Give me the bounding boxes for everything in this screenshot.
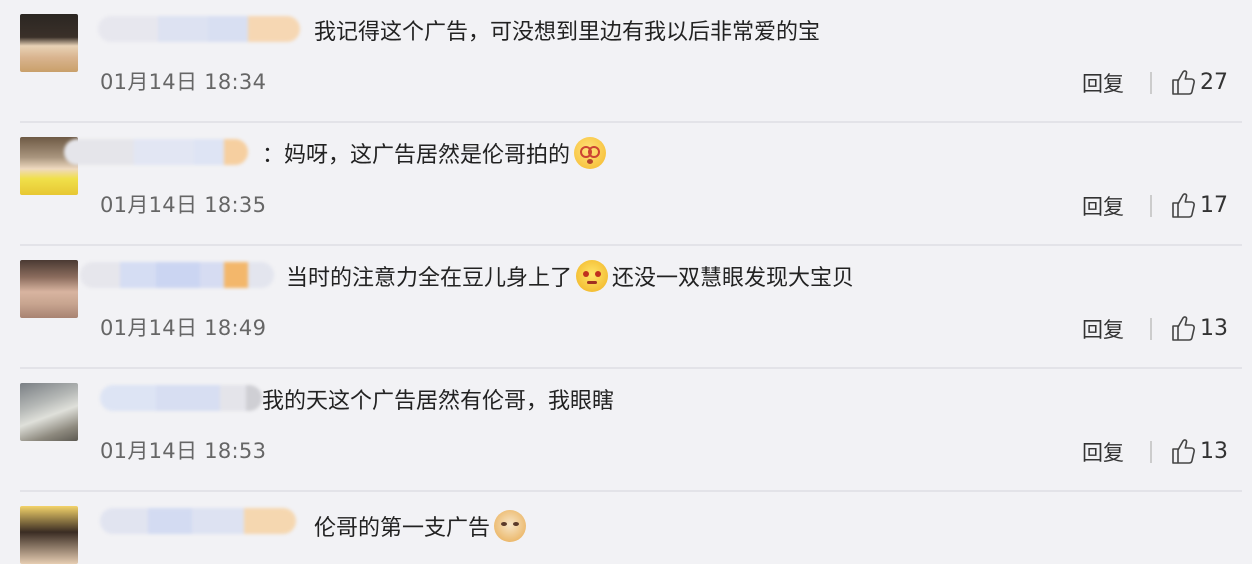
cat-face-emoji xyxy=(494,510,527,542)
like-count: 17 xyxy=(1200,192,1228,218)
reply-button[interactable]: 回复 xyxy=(1082,314,1124,344)
comment-item: 我的天这个广告居然有伦哥，我眼瞎 01月14日 18:53 回复 13 xyxy=(0,369,1252,492)
comment-time: 01月14日 18:53 xyxy=(100,439,267,463)
comment-list: 我记得这个广告，可没想到里边有我以后非常爱的宝 01月14日 18:34 回复 … xyxy=(0,0,1252,564)
angry-cat-emoji xyxy=(576,260,609,292)
like-button[interactable]: 13 xyxy=(1170,437,1228,465)
like-count: 13 xyxy=(1200,438,1228,464)
username-blurred[interactable] xyxy=(100,385,262,411)
reply-button[interactable]: 回复 xyxy=(1082,68,1124,98)
avatar[interactable] xyxy=(20,383,78,441)
divider xyxy=(1150,441,1152,463)
like-button[interactable]: 27 xyxy=(1170,68,1228,96)
username-blurred[interactable] xyxy=(64,139,248,165)
like-count: 13 xyxy=(1200,315,1228,341)
thumbs-up-icon xyxy=(1172,70,1195,95)
dizzy-face-emoji xyxy=(574,137,607,169)
thumbs-up-icon xyxy=(1172,193,1195,218)
comment-text: 我记得这个广告，可没想到里边有我以后非常爱的宝 xyxy=(314,20,821,45)
comment-time: 01月14日 18:34 xyxy=(100,70,267,94)
like-button[interactable]: 13 xyxy=(1170,314,1228,342)
comment-text: 我的天这个广告居然有伦哥，我眼瞎 xyxy=(262,389,615,414)
comment-item: 当时的注意力全在豆儿身上了 还没一双慧眼发现大宝贝 01月14日 18:49 回复… xyxy=(0,246,1252,369)
comment-time: 01月14日 18:35 xyxy=(100,193,267,217)
like-button[interactable]: 17 xyxy=(1170,191,1228,219)
comment-item: 伦哥的第一支广告 xyxy=(0,492,1252,564)
comment-text: 当时的注意力全在豆儿身上了 还没一双慧眼发现大宝贝 xyxy=(286,260,854,294)
username-blurred[interactable] xyxy=(100,508,296,534)
thumbs-up-icon xyxy=(1172,316,1195,341)
divider xyxy=(1150,318,1152,340)
divider xyxy=(1150,195,1152,217)
reply-button[interactable]: 回复 xyxy=(1082,191,1124,221)
comment-text: ：妈呀，这广告居然是伦哥拍的 xyxy=(262,137,610,171)
avatar[interactable] xyxy=(20,260,78,318)
avatar[interactable] xyxy=(20,506,78,564)
comment-time: 01月14日 18:49 xyxy=(100,316,267,340)
username-blurred[interactable] xyxy=(80,262,274,288)
comment-item: ：妈呀，这广告居然是伦哥拍的 01月14日 18:35 回复 17 xyxy=(0,123,1252,246)
reply-button[interactable]: 回复 xyxy=(1082,437,1124,467)
avatar[interactable] xyxy=(20,14,78,72)
divider xyxy=(1150,72,1152,94)
like-count: 27 xyxy=(1200,69,1228,95)
comment-item: 我记得这个广告，可没想到里边有我以后非常爱的宝 01月14日 18:34 回复 … xyxy=(0,0,1252,123)
thumbs-up-icon xyxy=(1172,439,1195,464)
username-blurred[interactable] xyxy=(98,16,300,42)
